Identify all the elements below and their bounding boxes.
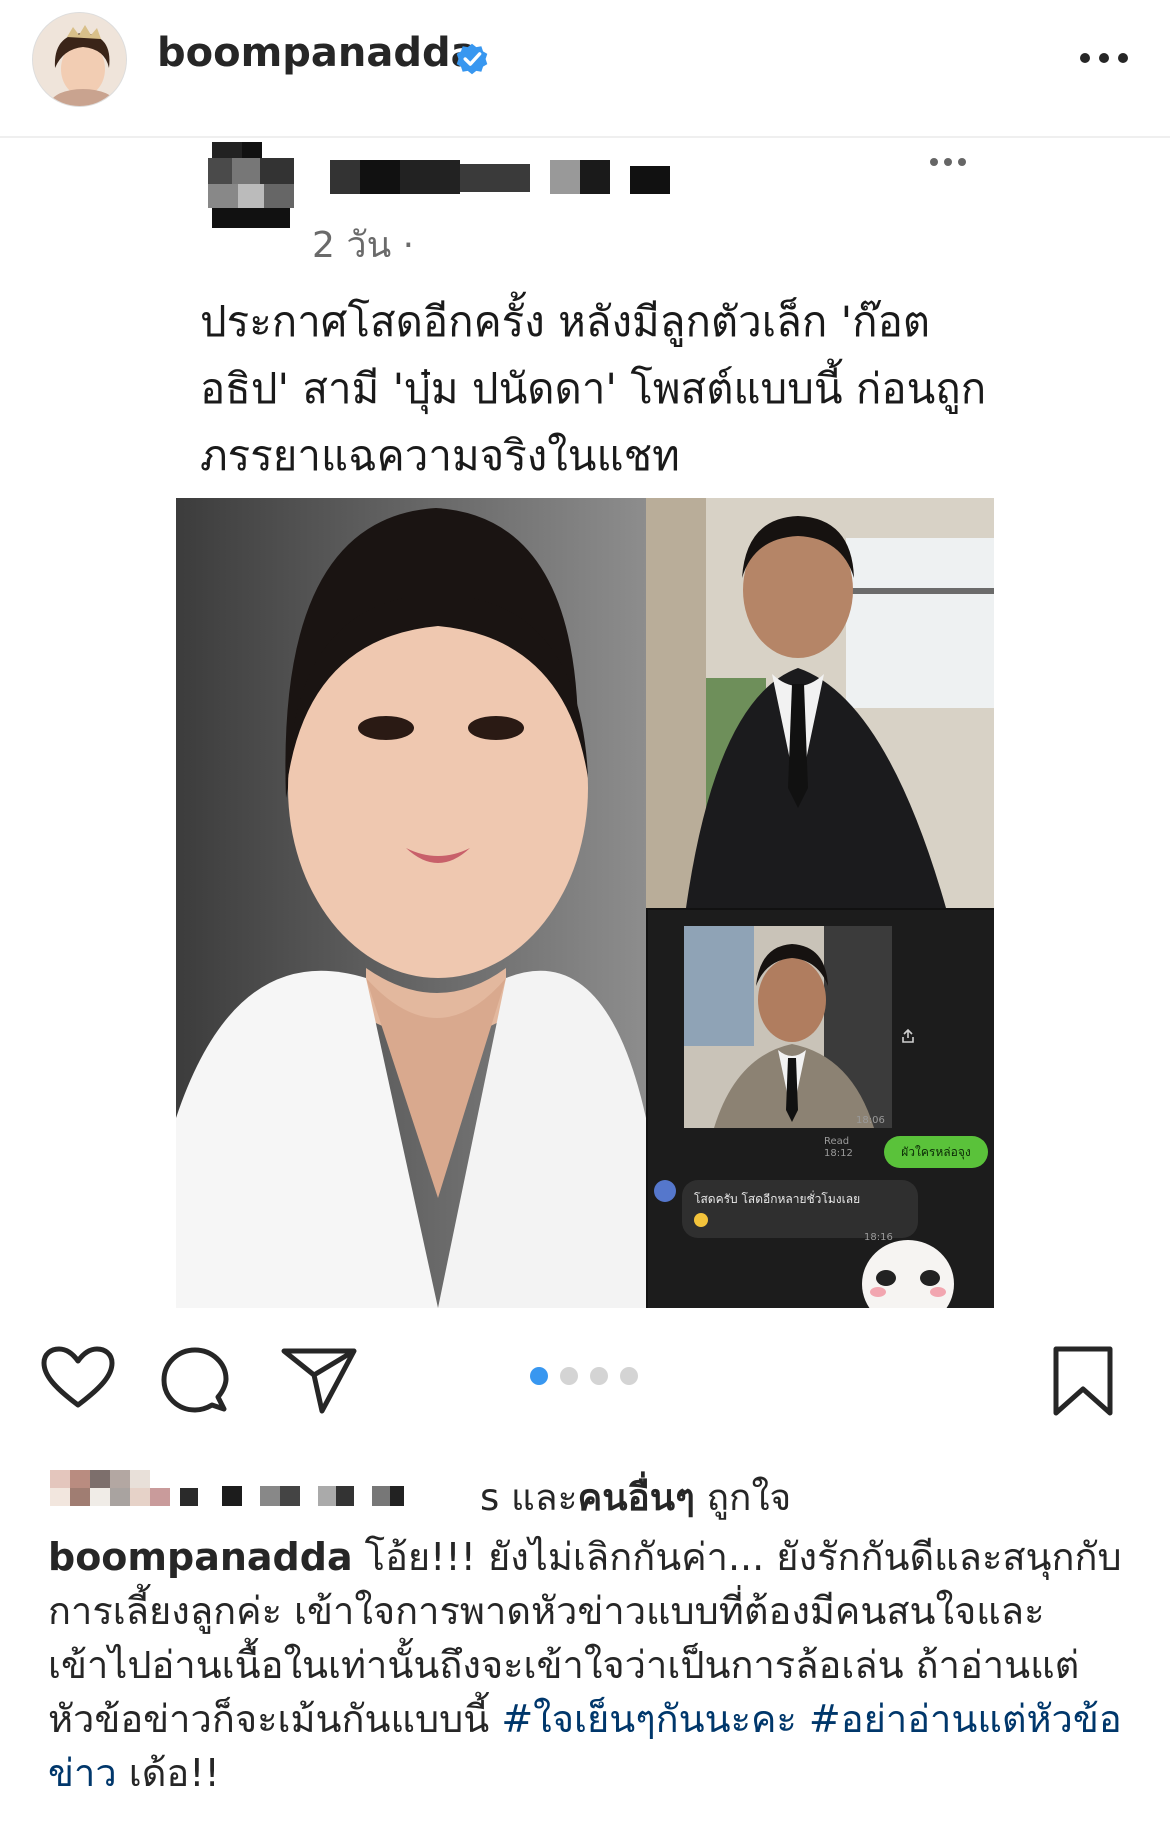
embedded-timestamp: 2 วัน ·: [312, 225, 415, 266]
photo-collage: 18:06 Read 18:12 ผัวใครหล่อจุง โสดครับ โ…: [176, 498, 994, 1308]
chat-avatar: [654, 1180, 676, 1202]
chat-outgoing-bubble: ผัวใครหล่อจุง: [884, 1136, 988, 1168]
carousel-indicator: [530, 1367, 638, 1385]
post-caption: boompanadda โอ้ย!!! ยังไม่เลิกกันค่า... …: [48, 1530, 1138, 1800]
likes-verb: ถูกใจ: [694, 1476, 792, 1519]
likes-row[interactable]: s และคนอื่นๆ ถูกใจ: [50, 1464, 1130, 1519]
bookmark-icon[interactable]: [1050, 1345, 1116, 1417]
verified-badge-icon: [456, 43, 488, 75]
username[interactable]: boompanadda: [157, 30, 478, 76]
share-upload-icon: [902, 1028, 914, 1043]
carousel-dot-active: [530, 1367, 548, 1385]
more-horizontal-icon[interactable]: [1078, 48, 1130, 68]
chat-read-time: 18:12: [824, 1148, 853, 1159]
likes-suffix: s: [480, 1476, 512, 1519]
censored-avatar: [208, 140, 294, 232]
likes-summary[interactable]: s และคนอื่นๆ ถูกใจ: [480, 1468, 791, 1527]
carousel-dot: [560, 1367, 578, 1385]
carousel-dot: [590, 1367, 608, 1385]
embedded-caption: ประกาศโสดอีกครั้ง หลังมีลูกตัวเล็ก 'ก๊อต…: [200, 297, 987, 480]
hashtag-link[interactable]: #ใจเย็นๆกันนะคะ: [501, 1697, 797, 1741]
sticker-face-icon: [862, 1240, 954, 1308]
chat-time-1: 18:06: [856, 1115, 885, 1126]
liker-avatars-censored: [50, 1470, 404, 1506]
chat-read-label: Read: [824, 1136, 850, 1147]
chat-screenshot: 18:06 Read 18:12 ผัวใครหล่อจุง โสดครับ โ…: [648, 910, 994, 1308]
profile-avatar[interactable]: [32, 12, 127, 107]
chat-incoming-text: โสดครับ โสดอีกหลายชั่วโมงเลย: [694, 1192, 861, 1206]
censored-name: [330, 160, 670, 194]
likes-others-link[interactable]: คนอื่นๆ: [577, 1476, 694, 1519]
caption-ending: เด้อ!!: [116, 1751, 220, 1795]
likes-connector: และ: [511, 1476, 578, 1519]
man-portrait-image: [646, 498, 994, 908]
woman-portrait-image: [176, 498, 646, 1308]
carousel-dot: [620, 1367, 638, 1385]
caption-username[interactable]: boompanadda: [48, 1535, 353, 1579]
post-header: boompanadda: [0, 0, 1170, 138]
share-icon[interactable]: [280, 1345, 358, 1415]
heart-icon[interactable]: [40, 1345, 116, 1411]
emoji-icon: [694, 1213, 708, 1227]
comment-icon[interactable]: [160, 1345, 230, 1415]
chat-photo-image: [684, 926, 892, 1128]
embedded-more-icon: [930, 158, 966, 166]
